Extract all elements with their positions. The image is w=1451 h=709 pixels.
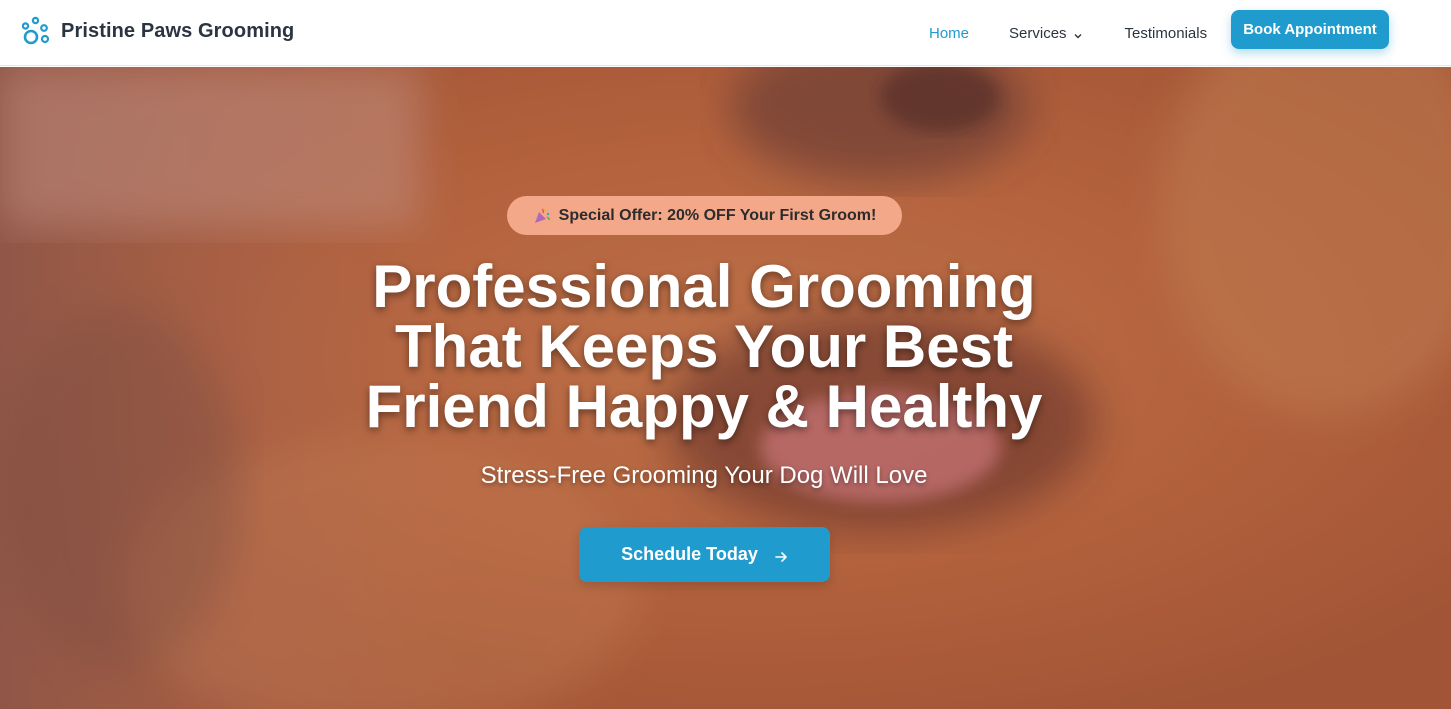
hero-subtitle: Stress-Free Grooming Your Dog Will Love (480, 462, 928, 489)
nav-item-services-label: Services (1009, 24, 1067, 42)
hero-title-line: Friend Happy & Healthy (365, 373, 1043, 440)
party-popper-icon (533, 207, 551, 225)
schedule-today-button[interactable]: Schedule Today (579, 527, 830, 582)
nav-item-services[interactable]: Services (1009, 25, 1083, 42)
hero-title-line: That Keeps Your Best (395, 313, 1013, 380)
brand-name: Pristine Paws Grooming (61, 19, 295, 42)
hero-title-line: Professional Grooming (372, 253, 1036, 320)
nav-item-home[interactable]: Home (929, 25, 969, 42)
site-header: Pristine Paws Grooming Home Services Tes… (0, 0, 1451, 66)
hero-title: Professional Grooming That Keeps Your Be… (300, 257, 1108, 437)
schedule-today-label: Schedule Today (621, 544, 758, 564)
hero-section: Special Offer: 20% OFF Your First Groom!… (0, 67, 1451, 709)
nav-item-testimonials[interactable]: Testimonials (1125, 25, 1208, 42)
special-offer-text: Special Offer: 20% OFF Your First Groom! (558, 206, 877, 224)
paw-icon (21, 16, 52, 46)
book-appointment-button[interactable]: Book Appointment (1231, 10, 1389, 49)
arrow-right-icon (774, 548, 788, 562)
main-nav: Home Services Testimonials (913, 0, 1207, 66)
chevron-down-icon (1073, 28, 1083, 39)
special-offer-badge: Special Offer: 20% OFF Your First Groom! (507, 196, 902, 235)
brand[interactable]: Pristine Paws Grooming (21, 15, 295, 47)
